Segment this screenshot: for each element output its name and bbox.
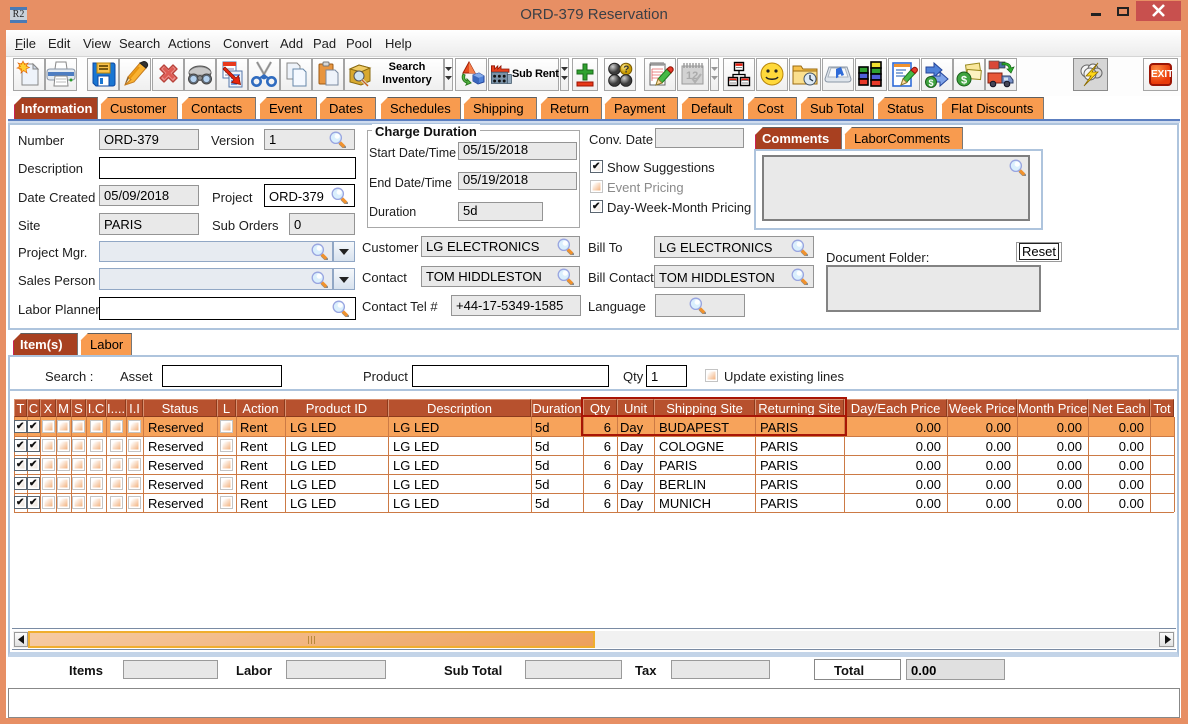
svg-text:?: ? [623, 65, 629, 76]
svg-text:$: $ [929, 78, 934, 88]
svg-text:$: $ [961, 75, 967, 87]
